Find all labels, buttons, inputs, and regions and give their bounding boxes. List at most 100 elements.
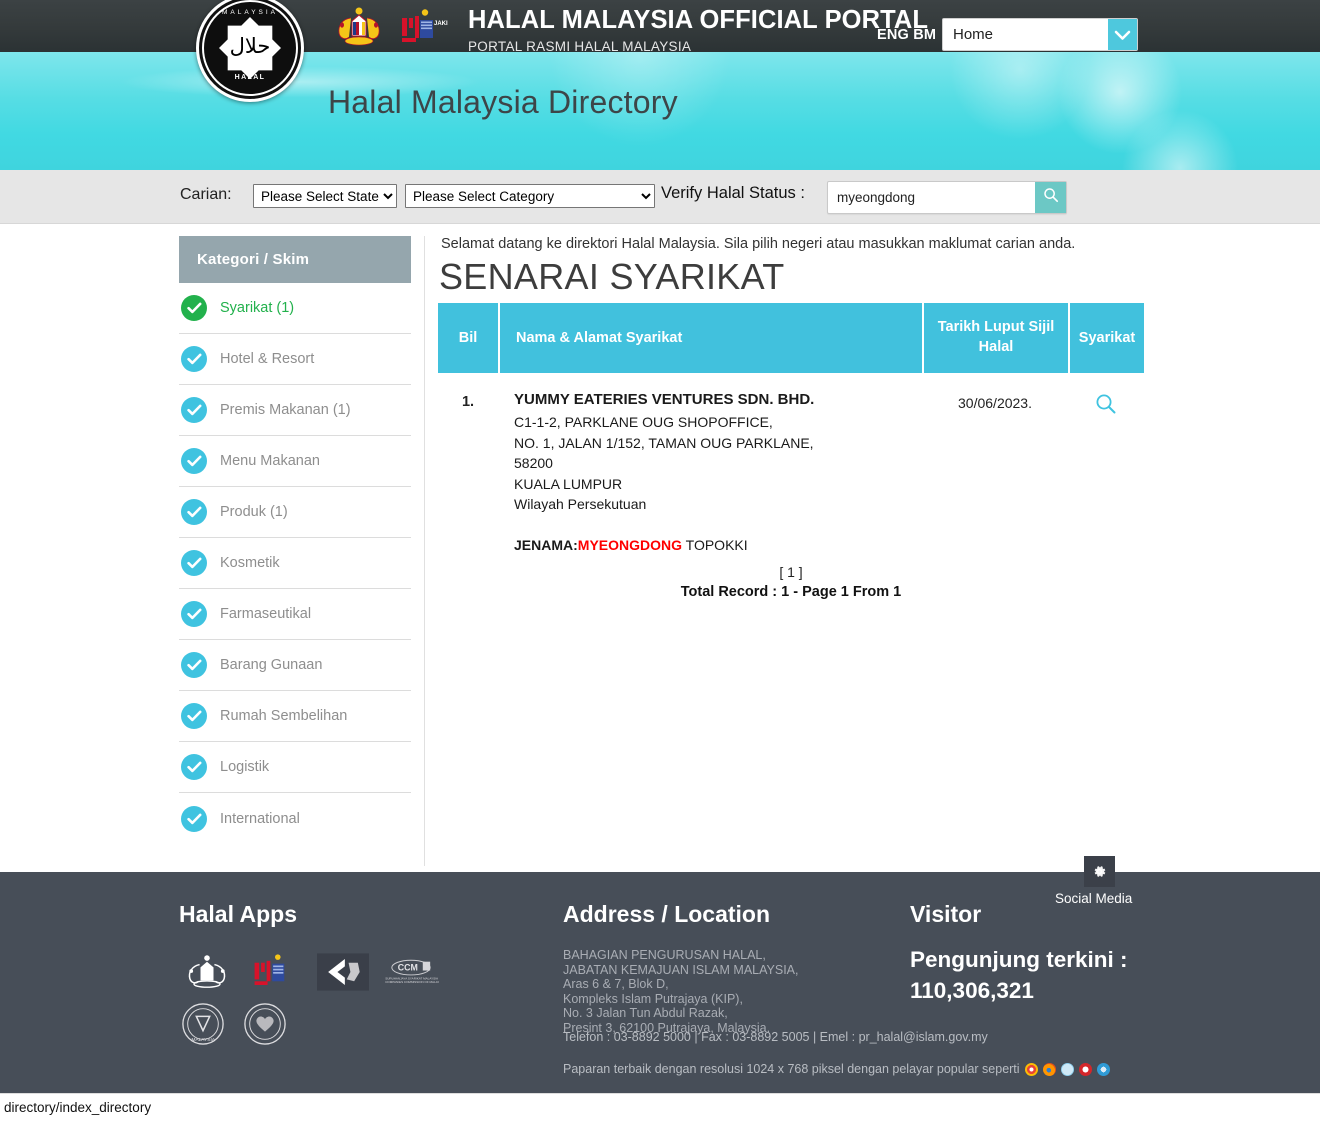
sidebar-item-label: Farmaseutikal — [220, 606, 312, 622]
jata-negara-icon — [338, 7, 380, 46]
sidebar-item-syarikat-1[interactable]: Syarikat (1) — [179, 283, 411, 334]
lang-eng-link[interactable]: ENG — [877, 27, 909, 43]
halal-status-search-box[interactable] — [827, 181, 1067, 214]
svg-text:CCM: CCM — [398, 963, 418, 973]
safari-icon — [1060, 1062, 1074, 1076]
state-select[interactable]: Please Select State — [253, 184, 397, 208]
verify-halal-status-label: Verify Halal Status : — [661, 184, 805, 202]
search-icon — [1095, 393, 1117, 553]
gear-icon[interactable] — [1084, 856, 1115, 887]
content-divider — [424, 236, 425, 866]
site-header: MALAYSIA حلال HALAL JAKI HALAL MALAYSIA … — [0, 0, 1320, 102]
brand-highlight: MYEONGDONG — [577, 536, 683, 553]
logo-halal-label: HALAL — [234, 74, 266, 81]
footer-visitor: Visitor Pengunjung terkini : 110,306,321 — [910, 901, 1128, 1006]
address-line: C1-1-2, PARKLANE OUG SHOPOFFICE, — [514, 414, 773, 430]
browser-status-bar: directory/index_directory — [0, 1093, 1320, 1121]
jata-negara-footer-icon[interactable] — [179, 952, 235, 992]
brand-rest: TOPOKKI — [682, 536, 748, 553]
sidebar-item-label: International — [220, 810, 300, 827]
check-circle-icon — [181, 703, 207, 729]
main-menu-dropdown[interactable]: Home — [942, 18, 1138, 51]
footer-logo-row-1: CCM SURUHANJAYA SYARIKAT MALAYSIA COMPAN… — [179, 952, 439, 992]
sidebar-item-label: Menu Makanan — [220, 453, 320, 469]
brand-line: JENAMA:MYEONGDONG TOPOKKI — [514, 537, 922, 553]
chevron-down-icon[interactable] — [1108, 19, 1137, 50]
sidebar-item-label: Logistik — [220, 759, 270, 775]
sidebar-item-rumah-sembelihan[interactable]: Rumah Sembelihan — [179, 691, 411, 742]
ssm-ccm-footer-icon[interactable]: CCM SURUHANJAYA SYARIKAT MALAYSIA COMPAN… — [383, 952, 439, 992]
sidebar-item-label: Rumah Sembelihan — [220, 708, 348, 724]
banner-title: Halal Malaysia Directory — [328, 84, 678, 120]
sidebar-item-label: Syarikat (1) — [220, 300, 295, 316]
table-header-row: Bil Nama & Alamat Syarikat Tarikh Luput … — [438, 303, 1144, 373]
jakim-footer-icon[interactable] — [247, 952, 303, 992]
sidebar-item-label: Hotel & Resort — [220, 351, 315, 367]
footer-apps-heading: Halal Apps — [179, 901, 298, 927]
sidebar-item-logistik[interactable]: Logistik — [179, 742, 411, 793]
firefox-icon — [1042, 1062, 1056, 1076]
footer-visitor-count: 110,306,321 — [910, 978, 1034, 1003]
footer-contact: Telefon : 03-8892 5000 | Fax : 03-8892 5… — [563, 1030, 988, 1044]
check-circle-icon — [181, 805, 207, 832]
sidebar-item-menu-makanan[interactable]: Menu Makanan — [179, 436, 411, 487]
category-select[interactable]: Please Select Category — [405, 184, 655, 208]
brand-label: JENAMA: — [514, 536, 578, 553]
jakim-logo-icon: JAKIM — [402, 9, 448, 42]
total-record-text: Total Record : 1 - Page 1 From 1 — [680, 584, 902, 600]
column-header-tarikh-luput: Tarikh Luput Sijil Halal — [922, 303, 1068, 373]
column-header-nama-alamat: Nama & Alamat Syarikat — [498, 303, 922, 373]
sidebar-item-label: Produk (1) — [220, 504, 288, 520]
footer-halal-apps: Halal Apps CCM SURUHANJAYA SYARIKAT MALA… — [179, 901, 439, 1048]
logo-arabic-text: حلال — [229, 33, 271, 58]
sidebar-item-barang-gunaan[interactable]: Barang Gunaan — [179, 640, 411, 691]
address-line: NO. 1, JALAN 1/152, TAMAN OUG PARKLANE, — [514, 434, 814, 451]
footer-address-line: No. 3 Jalan Tun Abdul Razak, — [563, 1006, 728, 1020]
check-circle-icon — [181, 652, 207, 678]
pagination-pages[interactable]: [ 1 ] — [441, 564, 1141, 580]
page-title: SENARAI SYARIKAT — [439, 256, 785, 297]
footer-visitor-label: Pengunjung terkini : — [910, 947, 1128, 972]
check-circle-icon — [181, 499, 207, 525]
check-circle-icon — [181, 295, 207, 321]
myhalal-footer-icon[interactable] — [315, 952, 371, 992]
search-toolbar: Carian: Please Select State Please Selec… — [0, 170, 1320, 224]
sidebar-heading: Kategori / Skim — [179, 236, 411, 283]
results-table: Bil Nama & Alamat Syarikat Tarikh Luput … — [438, 303, 1144, 553]
sidebar-item-international[interactable]: International — [179, 793, 411, 844]
address-line: 58200 — [514, 455, 553, 471]
sidebar-item-produk-1[interactable]: Produk (1) — [179, 487, 411, 538]
footer-browser-note: Paparan terbaik dengan resolusi 1024 x 7… — [563, 1062, 1110, 1076]
check-circle-icon — [181, 550, 207, 576]
sidebar-item-label: Premis Makanan (1) — [220, 402, 351, 418]
category-sidebar: Kategori / Skim Syarikat (1) Hotel & Reso… — [179, 236, 411, 844]
row-view-company-button[interactable] — [1068, 391, 1144, 553]
pagination-area: [ 1 ] Total Record : 1 - Page 1 From 1 — [441, 564, 1141, 600]
logo-ring-text: MALAYSIA — [221, 9, 279, 16]
heart-hand-footer-icon[interactable] — [241, 1002, 291, 1048]
footer-logo-row-2: MALAYSIA — [179, 1002, 439, 1048]
svg-text:COMPANIES COMMISSION OF MALAYS: COMPANIES COMMISSION OF MALAYSIA — [385, 980, 439, 984]
row-name-address: YUMMY EATERIES VENTURES SDN. BHD. C1-1-2,… — [498, 391, 922, 553]
sidebar-item-hotel-resort[interactable]: Hotel & Resort — [179, 334, 411, 385]
column-header-bil: Bil — [458, 330, 478, 346]
search-input[interactable] — [828, 182, 1035, 213]
language-switcher[interactable]: ENG BM — [877, 27, 936, 43]
row-bil: 1. — [461, 394, 475, 410]
check-circle-icon — [181, 601, 207, 627]
search-submit-button[interactable] — [1035, 182, 1066, 213]
sidebar-item-kosmetik[interactable]: Kosmetik — [179, 538, 411, 589]
sidebar-item-farmaseutikal[interactable]: Farmaseutikal — [179, 589, 411, 640]
sidebar-item-label: Kosmetik — [220, 555, 280, 571]
footer-browser-note-text: Paparan terbaik dengan resolusi 1024 x 7… — [563, 1062, 1020, 1076]
portal-title: HALAL MALAYSIA OFFICIAL PORTAL — [468, 6, 929, 34]
veterinary-inspected-footer-icon[interactable]: MALAYSIA — [179, 1002, 229, 1048]
opera-icon — [1078, 1062, 1092, 1076]
table-row: 1. YUMMY EATERIES VENTURES SDN. BHD. C1-1-… — [438, 373, 1144, 553]
svg-text:MALAYSIA: MALAYSIA — [192, 1037, 216, 1043]
row-expiry-date: 30/06/2023. — [958, 395, 1032, 411]
check-circle-icon — [181, 346, 207, 372]
check-circle-icon — [181, 397, 207, 423]
sidebar-item-premis-makanan-1[interactable]: Premis Makanan (1) — [179, 385, 411, 436]
lang-bm-link[interactable]: BM — [913, 27, 936, 43]
